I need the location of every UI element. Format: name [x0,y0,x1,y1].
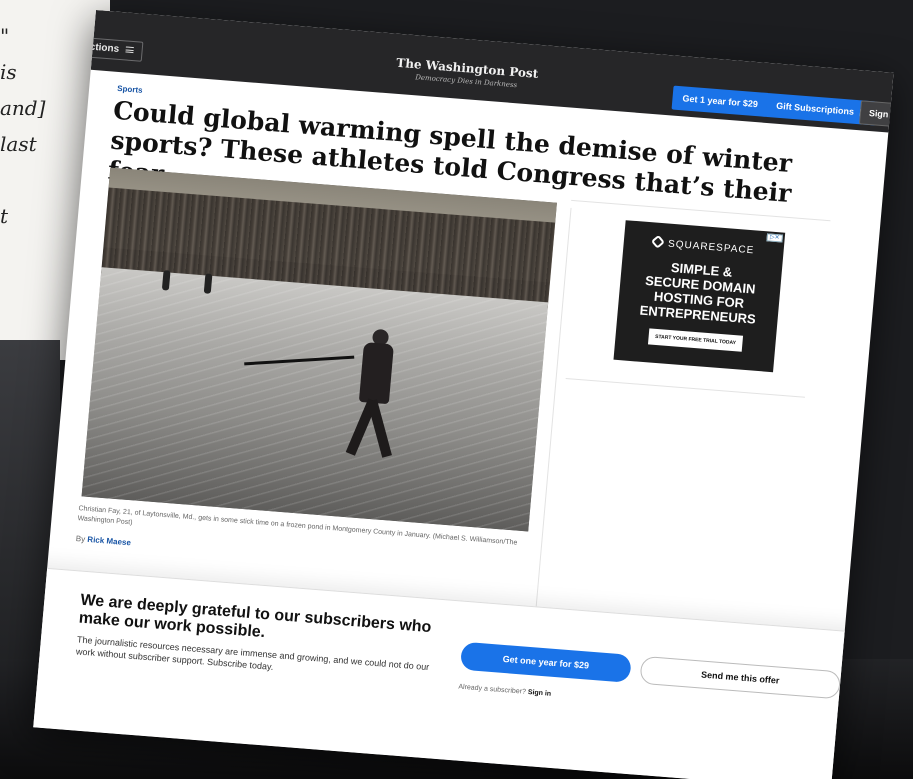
byline-prefix: By [75,534,86,544]
already-subscriber-text: Already a subscriber? [458,683,527,696]
byline: By Rick Maese [75,534,131,547]
banner-sign-in-link[interactable]: Sign in [528,689,552,698]
already-subscriber: Already a subscriber? Sign in [458,684,551,698]
sign-in-button[interactable]: Sign in [858,100,894,129]
masthead[interactable]: The Washington Post Democracy Dies in Da… [391,55,543,91]
squarespace-logo-icon [651,234,666,249]
author-link[interactable]: Rick Maese [87,535,131,547]
ad-brand-name: SQUARESPACE [667,238,755,257]
browser-page: ctions The Washington Post Democracy Die… [33,10,894,779]
hamburger-icon [125,46,135,54]
sign-in-label: Sign in [868,107,894,121]
ad-cta-button[interactable]: START YOUR FREE TRIAL TODAY [648,328,743,352]
photo-ice-scratches [81,267,549,532]
advertisement[interactable]: ▷✕ SQUARESPACE SIMPLE & SECURE DOMAIN HO… [613,220,786,373]
article-photo [81,167,557,532]
ad-choices-icon[interactable]: ▷✕ [766,233,784,243]
ad-copy: SIMPLE & SECURE DOMAIN HOSTING FOR ENTRE… [639,259,757,327]
rail-divider-bottom [565,377,805,398]
subscribe-button[interactable]: Get 1 year for $29 [671,85,769,117]
send-offer-button[interactable]: Send me this offer [639,655,842,700]
banner-subscribe-button[interactable]: Get one year for $29 [459,641,632,683]
gift-subscriptions-label: Gift Subscriptions [775,100,855,117]
section-kicker[interactable]: Sports [117,84,143,95]
sections-label: ctions [89,41,120,55]
photo-hockey-player [336,327,407,461]
ad-brand: SQUARESPACE [623,234,784,259]
